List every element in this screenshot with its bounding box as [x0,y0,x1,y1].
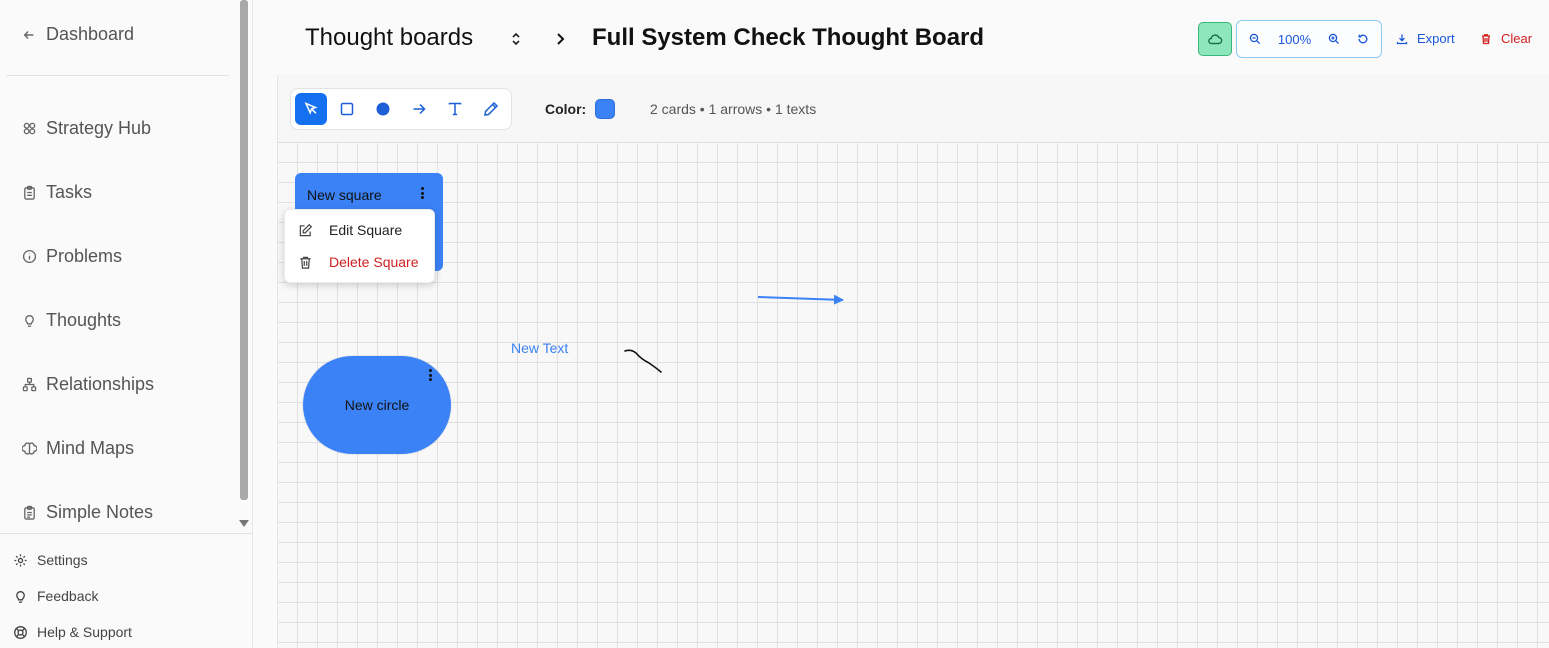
chevron-right-icon [557,33,565,45]
back-label: Dashboard [46,24,135,44]
sidebar-item-label: Strategy Hub [46,117,152,138]
sync-status-button[interactable] [1198,22,1232,56]
lightbulb-icon [25,314,34,327]
sidebar-nav: Strategy Hub Tasks Problems Thoughts Rel… [22,96,154,544]
thought-board-canvas[interactable]: New square Edit Square Delete Square New… [277,143,1549,648]
zoom-out-icon[interactable] [1249,33,1261,45]
text-tool-button[interactable] [439,93,471,125]
sidebar: Dashboard Strategy Hub Tasks Problems Th… [0,0,253,648]
select-tool-button[interactable] [295,93,327,125]
sidebar-item-strategy-hub[interactable]: Strategy Hub [22,96,154,160]
help-support-link[interactable]: Help & Support [13,614,132,648]
circle-tool-button[interactable] [367,93,399,125]
sidebar-item-label: Simple Notes [46,501,154,522]
more-options-icon[interactable] [429,369,433,381]
sidebar-item-problems[interactable]: Problems [22,224,154,288]
breadcrumb-thought-boards[interactable]: Thought boards [305,24,473,52]
sidebar-item-label: Problems [46,245,123,266]
pen-icon [484,101,499,116]
brain-icon [22,441,37,455]
delete-square-label: Delete Square [329,254,419,270]
settings-link[interactable]: Settings [13,542,132,578]
sidebar-item-simple-notes[interactable]: Simple Notes [22,480,154,544]
zoom-in-icon[interactable] [1328,33,1340,45]
strategy-hub-icon [23,122,36,134]
sidebar-footer: Settings Feedback Help & Support [13,542,132,648]
sidebar-scrollbar[interactable] [240,0,248,500]
export-label: Export [1417,31,1455,46]
card-context-menu: Edit Square Delete Square [284,209,435,283]
notes-icon [24,505,35,520]
sidebar-item-label: Tasks [46,181,93,202]
arrow-tool-button[interactable] [403,93,435,125]
edit-icon [299,223,313,236]
circle-card[interactable]: New circle [303,356,451,454]
arrow-right-icon [413,103,426,115]
tool-palette [290,88,512,130]
clear-button[interactable]: Clear [1480,31,1532,46]
color-label: Color: [545,101,587,117]
circle-icon [376,102,390,116]
info-circle-icon [22,249,37,263]
arrow-connector[interactable] [757,294,844,305]
gear-icon [14,553,27,567]
sidebar-item-tasks[interactable]: Tasks [22,160,154,224]
sidebar-item-label: Thoughts [46,309,122,330]
sidebar-divider [6,75,229,76]
settings-label: Settings [37,552,88,568]
lifebuoy-icon [14,625,27,639]
cloud-icon [1208,34,1223,45]
help-support-label: Help & Support [37,624,132,640]
square-icon [340,102,354,116]
edit-square-label: Edit Square [329,222,403,238]
square-card-label: New square [307,187,382,203]
canvas-drawings [624,294,844,373]
color-picker-swatch[interactable] [595,99,615,119]
clear-label: Clear [1501,31,1533,46]
lightbulb-icon [16,590,25,603]
trash-icon [1482,33,1490,44]
trash-icon [300,256,311,269]
board-title: Full System Check Thought Board [592,24,985,51]
more-options-icon[interactable] [421,187,425,199]
network-icon [22,377,37,391]
sidebar-footer-divider [0,533,252,534]
scroll-down-arrow-icon[interactable] [239,520,249,527]
feedback-link[interactable]: Feedback [13,578,132,614]
sidebar-item-relationships[interactable]: Relationships [22,352,154,416]
zoom-controls: 100% [1236,20,1382,58]
sidebar-item-label: Mind Maps [46,437,135,458]
text-item[interactable]: New Text [511,340,568,356]
export-button[interactable]: Export [1396,31,1455,46]
reset-zoom-icon[interactable] [1357,33,1369,45]
freehand-stroke[interactable] [624,349,662,373]
download-icon [1396,34,1408,44]
sidebar-item-label: Relationships [46,373,155,394]
feedback-label: Feedback [37,588,99,604]
sidebar-item-mind-maps[interactable]: Mind Maps [22,416,154,480]
text-icon [448,102,462,116]
board-stats: 2 cards • 1 arrows • 1 texts [650,101,817,117]
clipboard-icon [24,185,35,200]
board-header: Thought boards Full System Check Thought… [253,0,1549,75]
back-to-dashboard-link[interactable]: Dashboard [22,24,134,45]
edit-square-menu-item[interactable]: Edit Square [298,222,402,238]
zoom-level: 100% [1277,31,1312,47]
chevron-up-down-icon[interactable] [509,31,523,47]
pen-tool-button[interactable] [475,93,507,125]
sidebar-item-thoughts[interactable]: Thoughts [22,288,154,352]
arrow-left-icon [23,30,34,39]
pointer-icon [304,102,318,115]
delete-square-menu-item[interactable]: Delete Square [298,254,419,270]
circle-card-label: New circle [344,397,410,413]
rectangle-tool-button[interactable] [331,93,363,125]
drawing-toolbar-area: Color: 2 cards • 1 arrows • 1 texts [277,75,1549,143]
